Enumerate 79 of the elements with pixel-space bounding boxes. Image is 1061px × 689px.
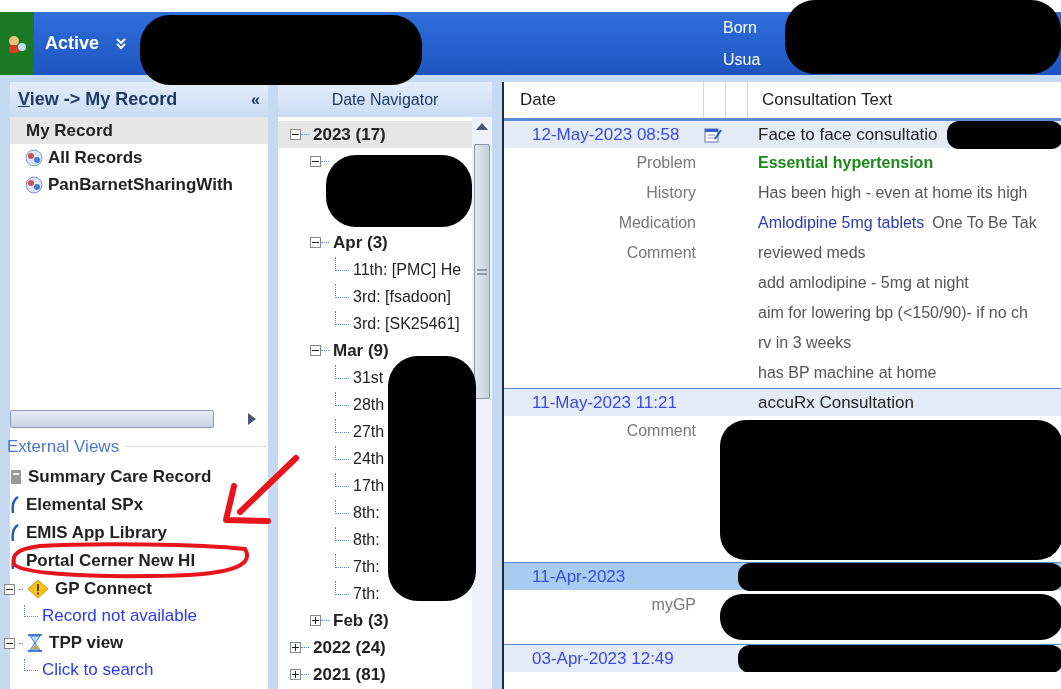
warning-icon — [27, 579, 49, 599]
entry-header-row[interactable]: 11-Apr-2023 — [504, 562, 1061, 590]
detail-text: One To Be Tak — [932, 213, 1037, 233]
tree-item[interactable]: 3rd: [SK25461] — [353, 311, 460, 336]
globe-icon — [24, 147, 44, 168]
hourglass-icon — [27, 633, 43, 653]
slash-icon — [10, 496, 20, 514]
collapse-icon[interactable] — [310, 345, 321, 356]
collapse-icon[interactable]: « — [251, 87, 260, 112]
slash-icon — [10, 524, 20, 542]
external-view-item[interactable]: EMIS App Library — [26, 520, 168, 546]
detail-text: reviewed meds — [758, 243, 867, 263]
scrollbar-thumb[interactable] — [474, 144, 490, 399]
external-view-item[interactable]: Portal Cerner New HI — [26, 548, 196, 574]
tree-item[interactable]: 24th — [353, 446, 385, 471]
external-view-item[interactable]: Elemental SPx — [26, 492, 144, 518]
detail-label: Problem — [635, 153, 696, 173]
detail-text: add amlodipine - 5mg at night — [758, 273, 970, 293]
tree-item[interactable]: Mar (9) — [333, 337, 389, 364]
tree-item[interactable]: 17th — [353, 473, 385, 498]
panel-title: View -> My Record — [18, 88, 178, 111]
tree-item[interactable]: 11th: [PMC] He — [353, 257, 462, 282]
tree-item[interactable]: 7th: — [353, 581, 380, 606]
tree-item[interactable]: 31st — [353, 365, 384, 390]
link[interactable]: Record not available — [42, 603, 197, 629]
tree-item[interactable]: 7th: — [353, 554, 380, 579]
scroll-right-icon[interactable] — [248, 412, 256, 425]
expand-icon[interactable] — [290, 642, 301, 653]
tree-item[interactable]: 2022 (24) — [313, 634, 386, 661]
collapse-icon[interactable] — [4, 637, 15, 649]
tree-item[interactable]: 2021 (81) — [313, 661, 386, 688]
problem-text[interactable]: Essential hypertension — [758, 148, 934, 178]
entry-header-row[interactable]: 03-Apr-2023 12:49 — [504, 644, 1061, 672]
collapse-icon[interactable] — [4, 583, 15, 595]
sidebar-item[interactable]: PanBarnetSharingWith — [10, 171, 268, 198]
column-header[interactable]: Date — [504, 82, 704, 118]
medication-link[interactable]: Amlodipine 5mg tablets — [758, 208, 925, 238]
sidebar-item[interactable]: My Record — [10, 117, 268, 144]
tree-item[interactable]: 8th: — [353, 500, 380, 525]
globe-icon — [24, 174, 44, 195]
tree-item[interactable]: 28th — [353, 392, 385, 417]
tree-item[interactable]: 3rd: [fsadoon] — [353, 284, 451, 309]
panel-title: Date Navigator — [278, 82, 492, 117]
document-icon — [10, 469, 22, 485]
sidebar-item[interactable]: All Records — [10, 144, 268, 171]
expand-icon[interactable] — [290, 669, 301, 680]
detail-text: Has been high - even at home its high — [758, 183, 1028, 203]
app-logo-icon[interactable] — [0, 12, 34, 75]
patient-field-label: Usua — [723, 49, 761, 70]
detail-label: Comment — [625, 421, 696, 441]
status-label: Active — [45, 32, 100, 55]
detail-label: myGP — [650, 595, 696, 615]
external-view-item[interactable]: Summary Care Record — [28, 464, 212, 490]
detail-label: History — [645, 183, 696, 203]
detail-text: aim for lowering bp (<150/90)- if no ch — [758, 303, 1028, 323]
scroll-up-icon[interactable] — [476, 123, 488, 130]
tree-item[interactable]: 8th: — [353, 527, 380, 552]
detail-text: has BP machine at home — [758, 363, 938, 383]
entry-header-row[interactable]: 12-May-2023 08:58 Face to face consultatio — [504, 120, 1061, 148]
detail-label: Comment — [625, 243, 696, 263]
vertical-scrollbar[interactable] — [472, 117, 492, 689]
external-view-item[interactable]: TPP view — [49, 630, 124, 656]
link[interactable]: Click to search — [42, 657, 154, 683]
detail-label: Medication — [617, 213, 696, 233]
tree-item[interactable]: 27th — [353, 419, 385, 444]
patient-field-label: Born — [723, 17, 758, 38]
horizontal-scrollbar[interactable] — [10, 409, 214, 428]
section-title: External Views — [7, 435, 120, 458]
external-view-item[interactable]: GP Connect — [55, 576, 152, 602]
collapse-icon[interactable] — [310, 156, 321, 167]
collapse-icon[interactable] — [310, 237, 321, 248]
chevron-icon[interactable] — [115, 37, 128, 50]
entry-header-row[interactable]: 11-May-2023 11:21 accuRx Consultation — [504, 388, 1061, 416]
collapse-icon[interactable] — [290, 129, 301, 140]
column-header[interactable]: Consultation Text — [748, 82, 893, 118]
detail-text: rv in 3 weeks — [758, 333, 853, 353]
expand-icon[interactable] — [310, 615, 321, 626]
tree-item[interactable]: Apr (3) — [333, 229, 388, 256]
tree-item[interactable]: Feb (3) — [333, 607, 389, 634]
